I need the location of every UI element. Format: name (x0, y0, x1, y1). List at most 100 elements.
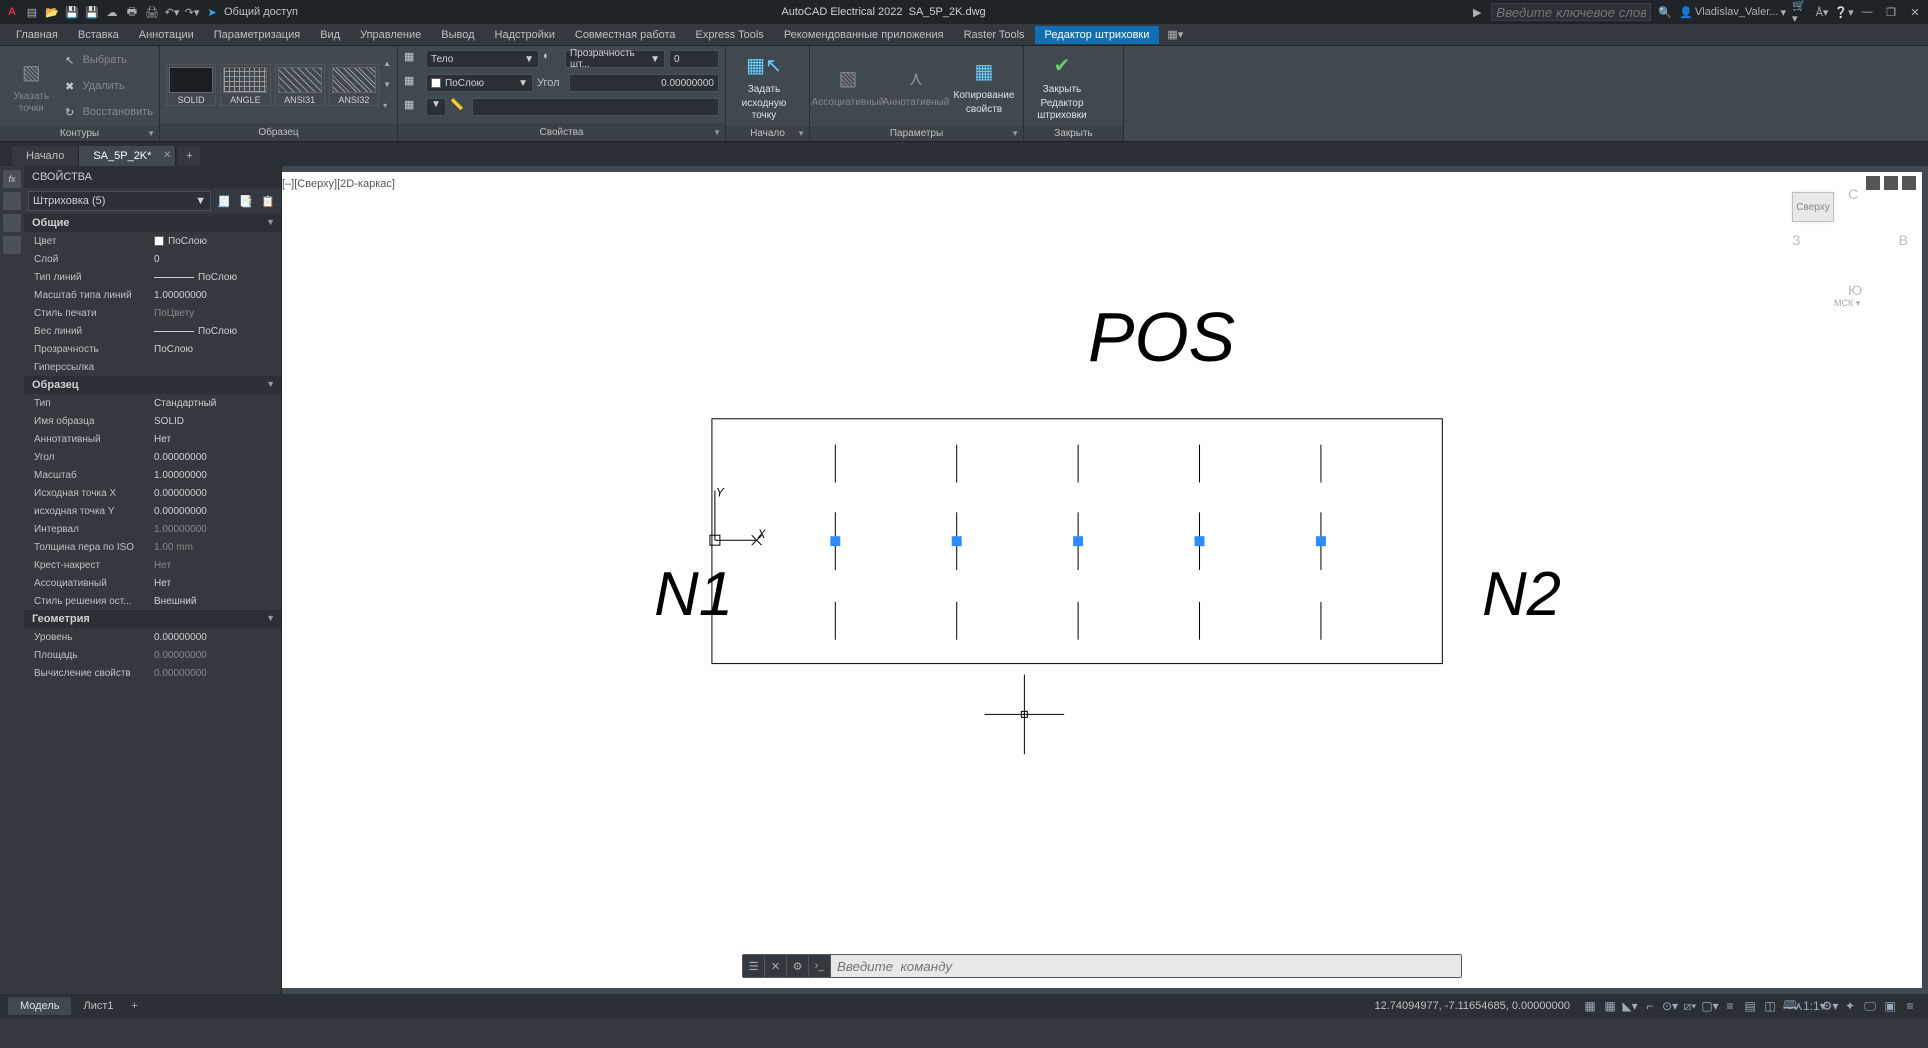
tab-express[interactable]: Express Tools (686, 26, 774, 44)
vp-min-icon[interactable] (1866, 176, 1880, 190)
prop-layer[interactable]: 0 (154, 254, 281, 265)
bgcolor-select[interactable]: ▼ (426, 98, 446, 116)
vp-max-icon[interactable] (1884, 176, 1898, 190)
close-button[interactable]: ✕ (1906, 4, 1924, 20)
tab-annotate[interactable]: Аннотации (129, 26, 204, 44)
qat-print-icon[interactable]: 🖨 (144, 4, 160, 20)
cmdline-history-icon[interactable]: ☰ (743, 955, 765, 977)
prop-type[interactable]: Стандартный (154, 398, 281, 409)
qat-new-icon[interactable]: ▤ (24, 4, 40, 20)
group-pattern[interactable]: Образец▼ (24, 376, 281, 394)
status-monitor-icon[interactable]: 🖵 (1860, 996, 1880, 1016)
tab-featured[interactable]: Рекомендованные приложения (774, 26, 954, 44)
prop-isopen[interactable]: 1.00 mm (154, 542, 281, 553)
status-workspace-icon[interactable]: ✦ (1840, 996, 1860, 1016)
tab-hatch-editor[interactable]: Редактор штриховки (1035, 26, 1160, 44)
viewcube[interactable]: С Ю З В Сверху МСК ▾ (1792, 192, 1902, 302)
side-fx-icon[interactable]: fx (3, 170, 21, 188)
search-icon[interactable]: 🔍 (1657, 4, 1673, 20)
prop-spacing[interactable]: 1.00000000 (154, 524, 281, 535)
tab-raster[interactable]: Raster Tools (954, 26, 1035, 44)
qat-plot-icon[interactable]: 🖶 (124, 4, 140, 20)
prop-linetype[interactable]: ПоСлою (154, 272, 281, 283)
prop-ltscale[interactable]: 1.00000000 (154, 290, 281, 301)
prop-transp[interactable]: ПоСлою (154, 344, 281, 355)
drawing-area[interactable]: [–][Сверху][2D-каркас] С Ю З В Сверху МС… (282, 172, 1922, 988)
group-geometry[interactable]: Геометрия▼ (24, 610, 281, 628)
quick-select-icon[interactable]: 🧾 (215, 192, 233, 210)
status-gear-icon[interactable]: ⚙▾ (1820, 996, 1840, 1016)
status-coords[interactable]: 12.74094977, -7.11654685, 0.00000000 (1374, 1000, 1570, 1012)
prop-annot[interactable]: Нет (154, 434, 281, 445)
side-other-icon[interactable] (3, 236, 21, 254)
app-logo-icon[interactable]: A (4, 4, 20, 20)
command-input[interactable] (831, 955, 1461, 977)
prop-double[interactable]: Нет (154, 560, 281, 571)
status-transp-icon[interactable]: ▤ (1740, 996, 1760, 1016)
tab-layout1[interactable]: Лист1 (71, 997, 125, 1015)
status-cycle-icon[interactable]: ◫ (1760, 996, 1780, 1016)
prop-plotstyle[interactable]: ПоЦвету (154, 308, 281, 319)
status-snapmode-icon[interactable]: ▦ (1600, 996, 1620, 1016)
cmdline-close-icon[interactable]: ✕ (765, 955, 787, 977)
minimize-button[interactable]: — (1858, 4, 1876, 20)
group-general[interactable]: Общие▼ (24, 214, 281, 232)
side-layer-icon[interactable] (3, 214, 21, 232)
help-icon[interactable]: ❔▾ (1836, 4, 1852, 20)
prop-color[interactable]: ПоСлою (154, 236, 281, 247)
prop-oy[interactable]: 0.00000000 (154, 506, 281, 517)
doc-tab-start[interactable]: Начало (12, 146, 79, 166)
set-origin-button[interactable]: ▦↖ Задать исходную точку (732, 48, 796, 124)
prop-name[interactable]: SOLID (154, 416, 281, 427)
transparency-select[interactable]: Прозрачность шт...▼ (565, 50, 665, 68)
search-play-icon[interactable]: ▶ (1469, 4, 1485, 20)
match-props-button[interactable]: ▦Копированиесвойств (952, 48, 1016, 124)
status-grid-icon[interactable]: ▦ (1580, 996, 1600, 1016)
close-tab-icon[interactable]: ✕ (163, 150, 171, 161)
selection-type-select[interactable]: Штриховка (5)▼ (28, 191, 211, 211)
command-line[interactable]: ☰ ✕ ⚙ ›_ (742, 954, 1462, 978)
prop-ox[interactable]: 0.00000000 (154, 488, 281, 499)
ribbon-extra-icon[interactable]: ▦▾ (1165, 27, 1185, 43)
qat-saveas-icon[interactable]: 💾 (84, 4, 100, 20)
status-iso-icon[interactable]: ⧄▾ (1680, 996, 1700, 1016)
cart-icon[interactable]: 🛒▾ (1792, 4, 1808, 20)
scale-input[interactable] (472, 98, 719, 116)
tab-parametric[interactable]: Параметризация (204, 26, 310, 44)
autodesk-icon[interactable]: Å▾ (1814, 4, 1830, 20)
angle-input[interactable] (569, 74, 719, 92)
pattern-scroll-up[interactable]: ▲ (383, 59, 391, 68)
share-icon[interactable]: ➤ (204, 4, 220, 20)
status-polar-icon[interactable]: ⊙▾ (1660, 996, 1680, 1016)
prop-cumul[interactable]: 0.00000000 (154, 668, 281, 679)
tab-insert[interactable]: Вставка (68, 26, 129, 44)
side-sheet-icon[interactable] (3, 192, 21, 210)
pattern-angle[interactable]: ANGLE (220, 64, 270, 106)
hatch-color-select[interactable]: ПоСлою▼ (426, 74, 533, 92)
tab-view[interactable]: Вид (310, 26, 350, 44)
tab-addins[interactable]: Надстройки (485, 26, 565, 44)
transparency-input[interactable] (669, 50, 719, 68)
wcs-label[interactable]: МСК ▾ (1834, 298, 1860, 309)
status-infer-icon[interactable]: ◣▾ (1620, 996, 1640, 1016)
status-ortho-icon[interactable]: ⌐ (1640, 996, 1660, 1016)
keyword-search-input[interactable] (1491, 3, 1651, 21)
tab-output[interactable]: Вывод (431, 26, 484, 44)
viewcube-top[interactable]: Сверху (1792, 192, 1834, 222)
viewport-controls[interactable]: [–][Сверху][2D-каркас] (282, 178, 395, 190)
prop-area[interactable]: 0.00000000 (154, 650, 281, 661)
pattern-ansi31[interactable]: ANSI31 (275, 64, 325, 106)
pattern-expand[interactable]: ▾ (383, 101, 391, 110)
tab-model[interactable]: Модель (8, 997, 71, 1015)
status-annoscale-icon[interactable]: ⋏ 1:1▾ (1800, 996, 1820, 1016)
vp-close-icon[interactable] (1902, 176, 1916, 190)
share-label[interactable]: Общий доступ (224, 6, 298, 18)
toggle-pickadd-icon[interactable]: 📋 (259, 192, 277, 210)
pattern-solid[interactable]: SOLID (166, 64, 216, 106)
prop-island[interactable]: Внешний (154, 596, 281, 607)
tab-collaborate[interactable]: Совместная работа (565, 26, 686, 44)
prop-scale[interactable]: 1.00000000 (154, 470, 281, 481)
pattern-scroll-down[interactable]: ▼ (383, 80, 391, 89)
add-layout-button[interactable]: + (126, 997, 144, 1015)
qat-redo-icon[interactable]: ↷▾ (184, 4, 200, 20)
